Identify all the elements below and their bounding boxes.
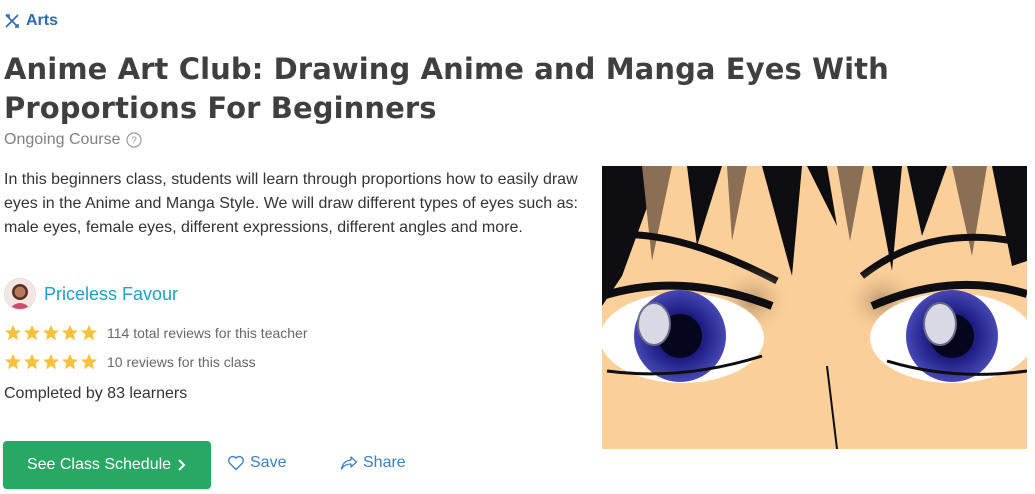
teacher-rating: 114 total reviews for this teacher [4,324,308,342]
star-icon [42,324,60,341]
class-stars [4,353,99,371]
teacher-name-link[interactable]: Priceless Favour [44,284,178,305]
teacher: Priceless Favour [4,278,178,310]
category-label: Arts [26,12,59,29]
course-type-label: Ongoing Course [4,131,121,148]
star-icon [23,353,41,370]
svg-text:?: ? [131,136,137,147]
teacher-reviews-link[interactable]: 114 total reviews for this teacher [107,325,308,341]
star-icon [61,353,79,370]
teacher-stars [4,324,99,342]
star-icon [4,353,22,370]
class-description: In this beginners class, students will l… [4,171,578,236]
share-label: Share [363,454,406,471]
completed-count: Completed by 83 learners [4,385,188,402]
chevron-right-icon [178,459,186,471]
share-icon [340,456,358,470]
page-title: Anime Art Club: Drawing Anime and Manga … [4,52,889,125]
save-label: Save [250,454,287,471]
brush-ruler-icon [5,14,19,28]
star-icon [4,324,22,341]
heart-icon [228,455,244,471]
star-icon [80,353,98,370]
category-link[interactable]: Arts [4,12,58,30]
teacher-avatar[interactable] [4,278,36,310]
save-button[interactable]: Save [227,454,286,472]
schedule-button-label: See Class Schedule [26,456,172,473]
course-type: Ongoing Course ? [4,131,142,149]
class-rating: 10 reviews for this class [4,353,256,371]
star-icon [80,324,98,341]
help-circle-icon[interactable]: ? [125,132,142,148]
anime-eyes-illustration [602,166,1027,449]
see-class-schedule-button[interactable]: See Class Schedule [3,441,211,489]
star-icon [61,324,79,341]
class-reviews-link[interactable]: 10 reviews for this class [107,354,256,370]
star-icon [42,353,60,370]
star-icon [23,324,41,341]
share-button[interactable]: Share [340,454,406,472]
